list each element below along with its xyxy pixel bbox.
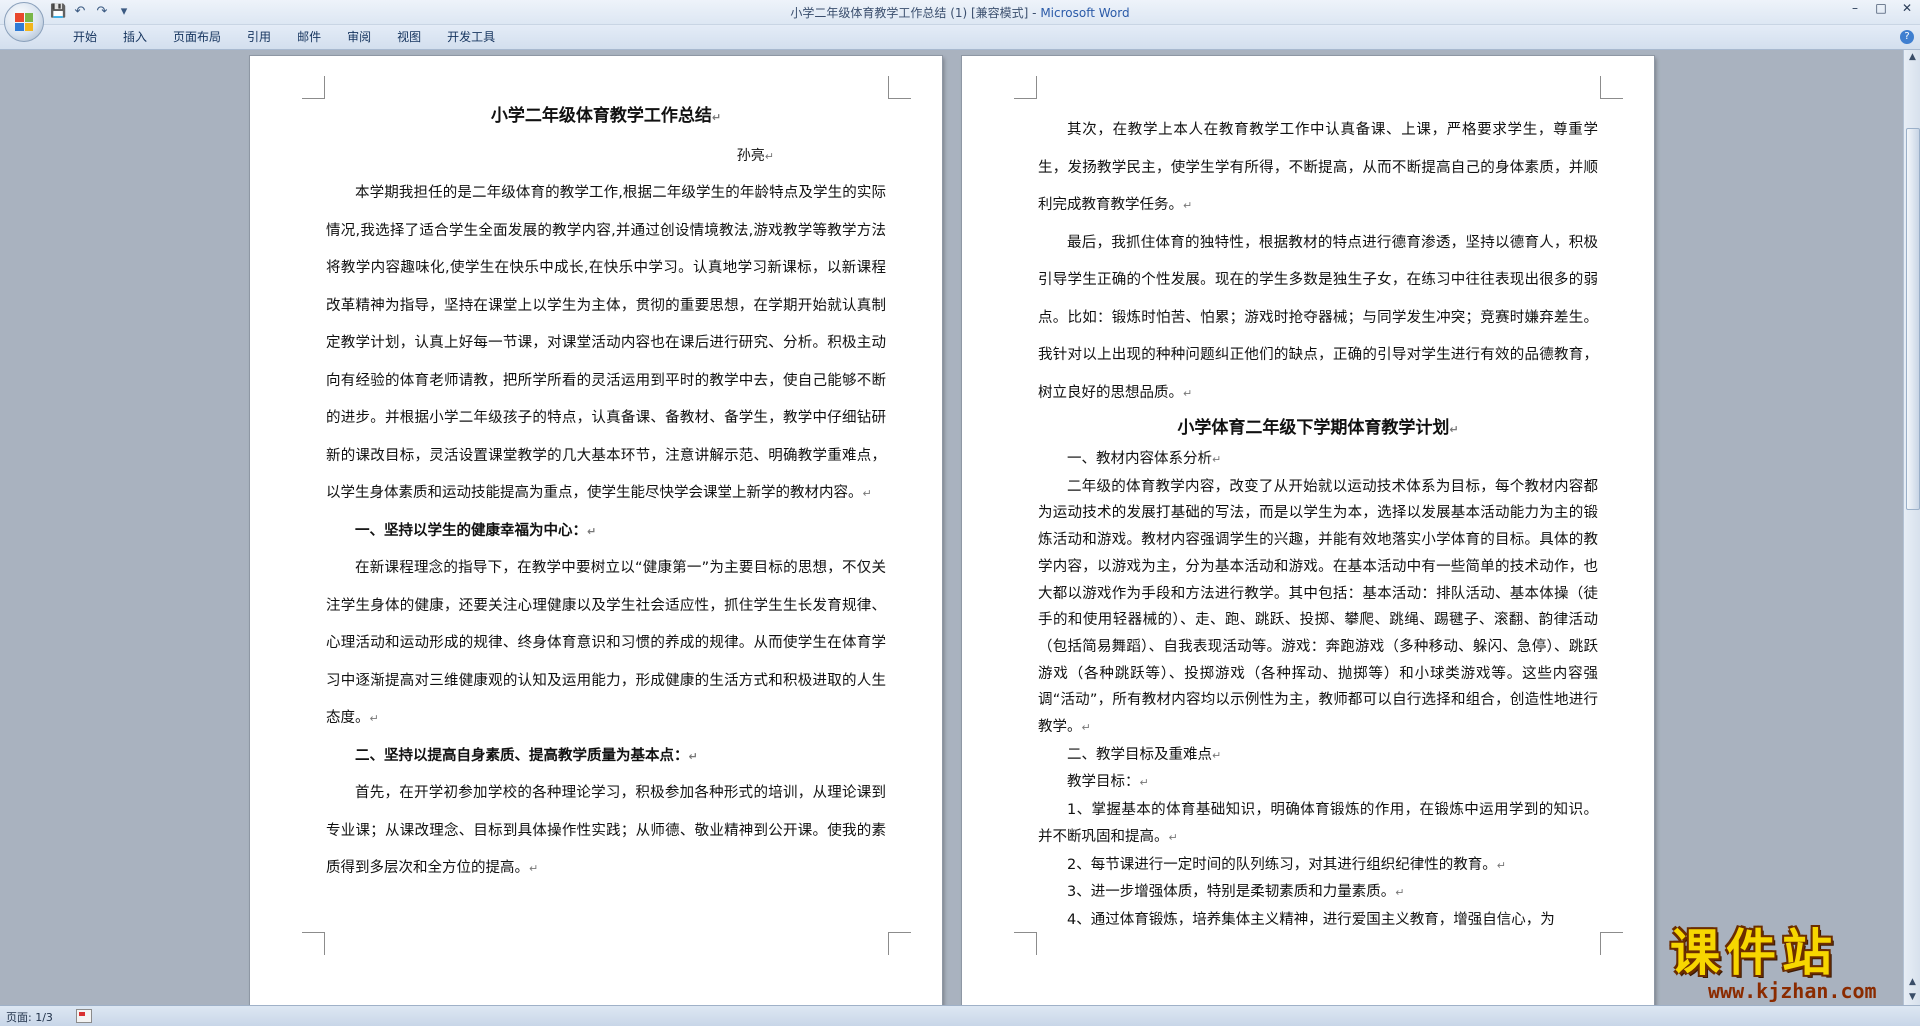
paragraph-mark: ↵ — [1168, 830, 1178, 844]
crop-mark — [302, 932, 325, 955]
paragraph-mark: ↵ — [369, 712, 379, 725]
paragraph-mark: ↵ — [862, 487, 872, 500]
paragraph-mark: ↵ — [1139, 776, 1149, 790]
tab-review[interactable]: 审阅 — [334, 29, 384, 45]
body-paragraph: 2、每节课进行一定时间的队列练习，对其进行组织纪律性的教育。↵ — [1067, 856, 1506, 873]
tab-page-layout[interactable]: 页面布局 — [160, 29, 234, 45]
help-icon[interactable]: ? — [1900, 30, 1914, 44]
page-1[interactable]: 小学二年级体育教学工作总结↵ 孙亮↵ 本学期我担任的是二年级体育的教学工作,根据… — [250, 56, 942, 1005]
crop-mark — [888, 76, 911, 99]
body-paragraph: 本学期我担任的是二年级体育的教学工作,根据二年级学生的年龄特点及学生的实际情况,… — [326, 185, 886, 501]
office-button[interactable] — [4, 2, 44, 42]
paragraph-mark: ↵ — [529, 862, 539, 875]
scroll-up-icon[interactable]: ▲ — [1905, 50, 1920, 65]
paragraph-mark: ↵ — [1449, 423, 1459, 436]
body-paragraph: 3、进一步增强体质，特别是柔韧素质和力量素质。↵ — [1067, 884, 1405, 901]
body-paragraph: 在新课程理念的指导下，在教学中要树立以“健康第一”为主要目标的思想，不仅关注学生… — [326, 560, 886, 726]
document-author: 孙亮↵ — [736, 148, 774, 164]
paragraph-mark: ↵ — [1212, 453, 1222, 466]
page-1-content: 小学二年级体育教学工作总结↵ 孙亮↵ 本学期我担任的是二年级体育的教学工作,根据… — [326, 104, 886, 888]
tab-view[interactable]: 视图 — [384, 29, 434, 45]
paragraph-mark: ↵ — [587, 524, 597, 538]
document-name: 小学二年级体育教学工作总结 (1) [兼容模式] - — [790, 6, 1041, 20]
document-workspace: 小学二年级体育教学工作总结↵ 孙亮↵ 本学期我担任的是二年级体育的教学工作,根据… — [0, 50, 1903, 1005]
section-heading: 一、坚持以学生的健康幸福为中心：↵ — [355, 522, 597, 539]
paragraph-mark: ↵ — [1395, 886, 1405, 900]
watermark-text: 课件站 — [1670, 924, 1838, 982]
plan-heading: 小学体育二年级下学期体育教学计划↵ — [1177, 418, 1459, 438]
body-paragraph: 二、教学目标及重难点↵ — [1067, 746, 1222, 763]
watermark: 课件站 www.kjzhan.com — [1670, 925, 1920, 1005]
tab-references[interactable]: 引用 — [234, 29, 284, 45]
proofing-icon[interactable] — [76, 1009, 92, 1023]
body-paragraph: 其次，在教学上本人在教育教学工作中认真备课、上课，严格要求学生，尊重学生，发扬教… — [1038, 122, 1598, 213]
minimize-button[interactable]: – — [1842, 0, 1868, 18]
paragraph-mark: ↵ — [1183, 386, 1193, 400]
paragraph-mark: ↵ — [1212, 748, 1222, 762]
scrollbar-thumb[interactable] — [1906, 128, 1920, 510]
paragraph-mark: ↵ — [1183, 199, 1193, 212]
page-2-content: 其次，在教学上本人在教育教学工作中认真备课、上课，严格要求学生，尊重学生，发扬教… — [1038, 112, 1598, 934]
paragraph-mark: ↵ — [764, 150, 774, 163]
body-paragraph: 教学目标：↵ — [1067, 774, 1149, 791]
paragraph-mark: ↵ — [711, 111, 722, 124]
status-bar: 页面: 1/3 — [0, 1005, 1920, 1026]
body-paragraph: 1、掌握基本的体育基础知识，明确体育锻炼的作用，在锻炼中运用学到的知识。并不断巩… — [1038, 802, 1598, 845]
crop-mark — [302, 76, 325, 99]
body-paragraph: 二年级的体育教学内容，改变了从开始就以运动技术体系为目标，每个教材内容都为运动技… — [1038, 478, 1598, 736]
tab-mailings[interactable]: 邮件 — [284, 29, 334, 45]
office-logo-icon — [15, 13, 33, 31]
watermark-url: www.kjzhan.com — [1708, 979, 1877, 1003]
page-2[interactable]: 其次，在教学上本人在教育教学工作中认真备课、上课，严格要求学生，尊重学生，发扬教… — [962, 56, 1654, 1005]
title-bar: 💾 ↶ ↷ ▾ 小学二年级体育教学工作总结 (1) [兼容模式] - Micro… — [0, 0, 1920, 25]
tab-home[interactable]: 开始 — [60, 29, 110, 45]
section-heading: 二、坚持以提高自身素质、提高教学质量为基本点：↵ — [355, 747, 698, 764]
tab-insert[interactable]: 插入 — [110, 29, 160, 45]
crop-mark — [1014, 932, 1037, 955]
paragraph-mark: ↵ — [688, 749, 698, 763]
body-paragraph: 一、教材内容体系分析↵ — [1067, 451, 1222, 467]
ribbon-tabs: 开始 插入 页面布局 引用 邮件 审阅 视图 开发工具 — [60, 29, 508, 45]
document-title: 小学二年级体育教学工作总结↵ — [490, 106, 722, 126]
tab-developer[interactable]: 开发工具 — [434, 29, 508, 45]
close-button[interactable]: ✕ — [1894, 0, 1920, 18]
window-controls: – □ ✕ — [1842, 0, 1920, 18]
body-paragraph: 最后，我抓住体育的独特性，根据教材的特点进行德育渗透，坚持以德育人，积极引导学生… — [1038, 234, 1598, 401]
paragraph-mark: ↵ — [1496, 858, 1506, 872]
window-title: 小学二年级体育教学工作总结 (1) [兼容模式] - Microsoft Wor… — [0, 4, 1920, 21]
maximize-button[interactable]: □ — [1868, 0, 1894, 18]
crop-mark — [1014, 76, 1037, 99]
vertical-scrollbar[interactable]: ▲ ▲ ▼ — [1903, 50, 1920, 1005]
page-count[interactable]: 页面: 1/3 — [6, 1009, 53, 1025]
crop-mark — [888, 932, 911, 955]
body-paragraph: 首先，在开学初参加学校的各种理论学习，积极参加各种形式的培训，从理论课到专业课；… — [326, 785, 886, 876]
crop-mark — [1600, 932, 1623, 955]
body-paragraph: 4、通过体育锻炼，培养集体主义精神，进行爱国主义教育，增强自信心，为 — [1067, 911, 1555, 928]
app-name: Microsoft Word — [1040, 6, 1130, 20]
ribbon-tab-bar: 开始 插入 页面布局 引用 邮件 审阅 视图 开发工具 ? — [0, 25, 1920, 50]
crop-mark — [1600, 76, 1623, 99]
paragraph-mark: ↵ — [1081, 721, 1091, 735]
